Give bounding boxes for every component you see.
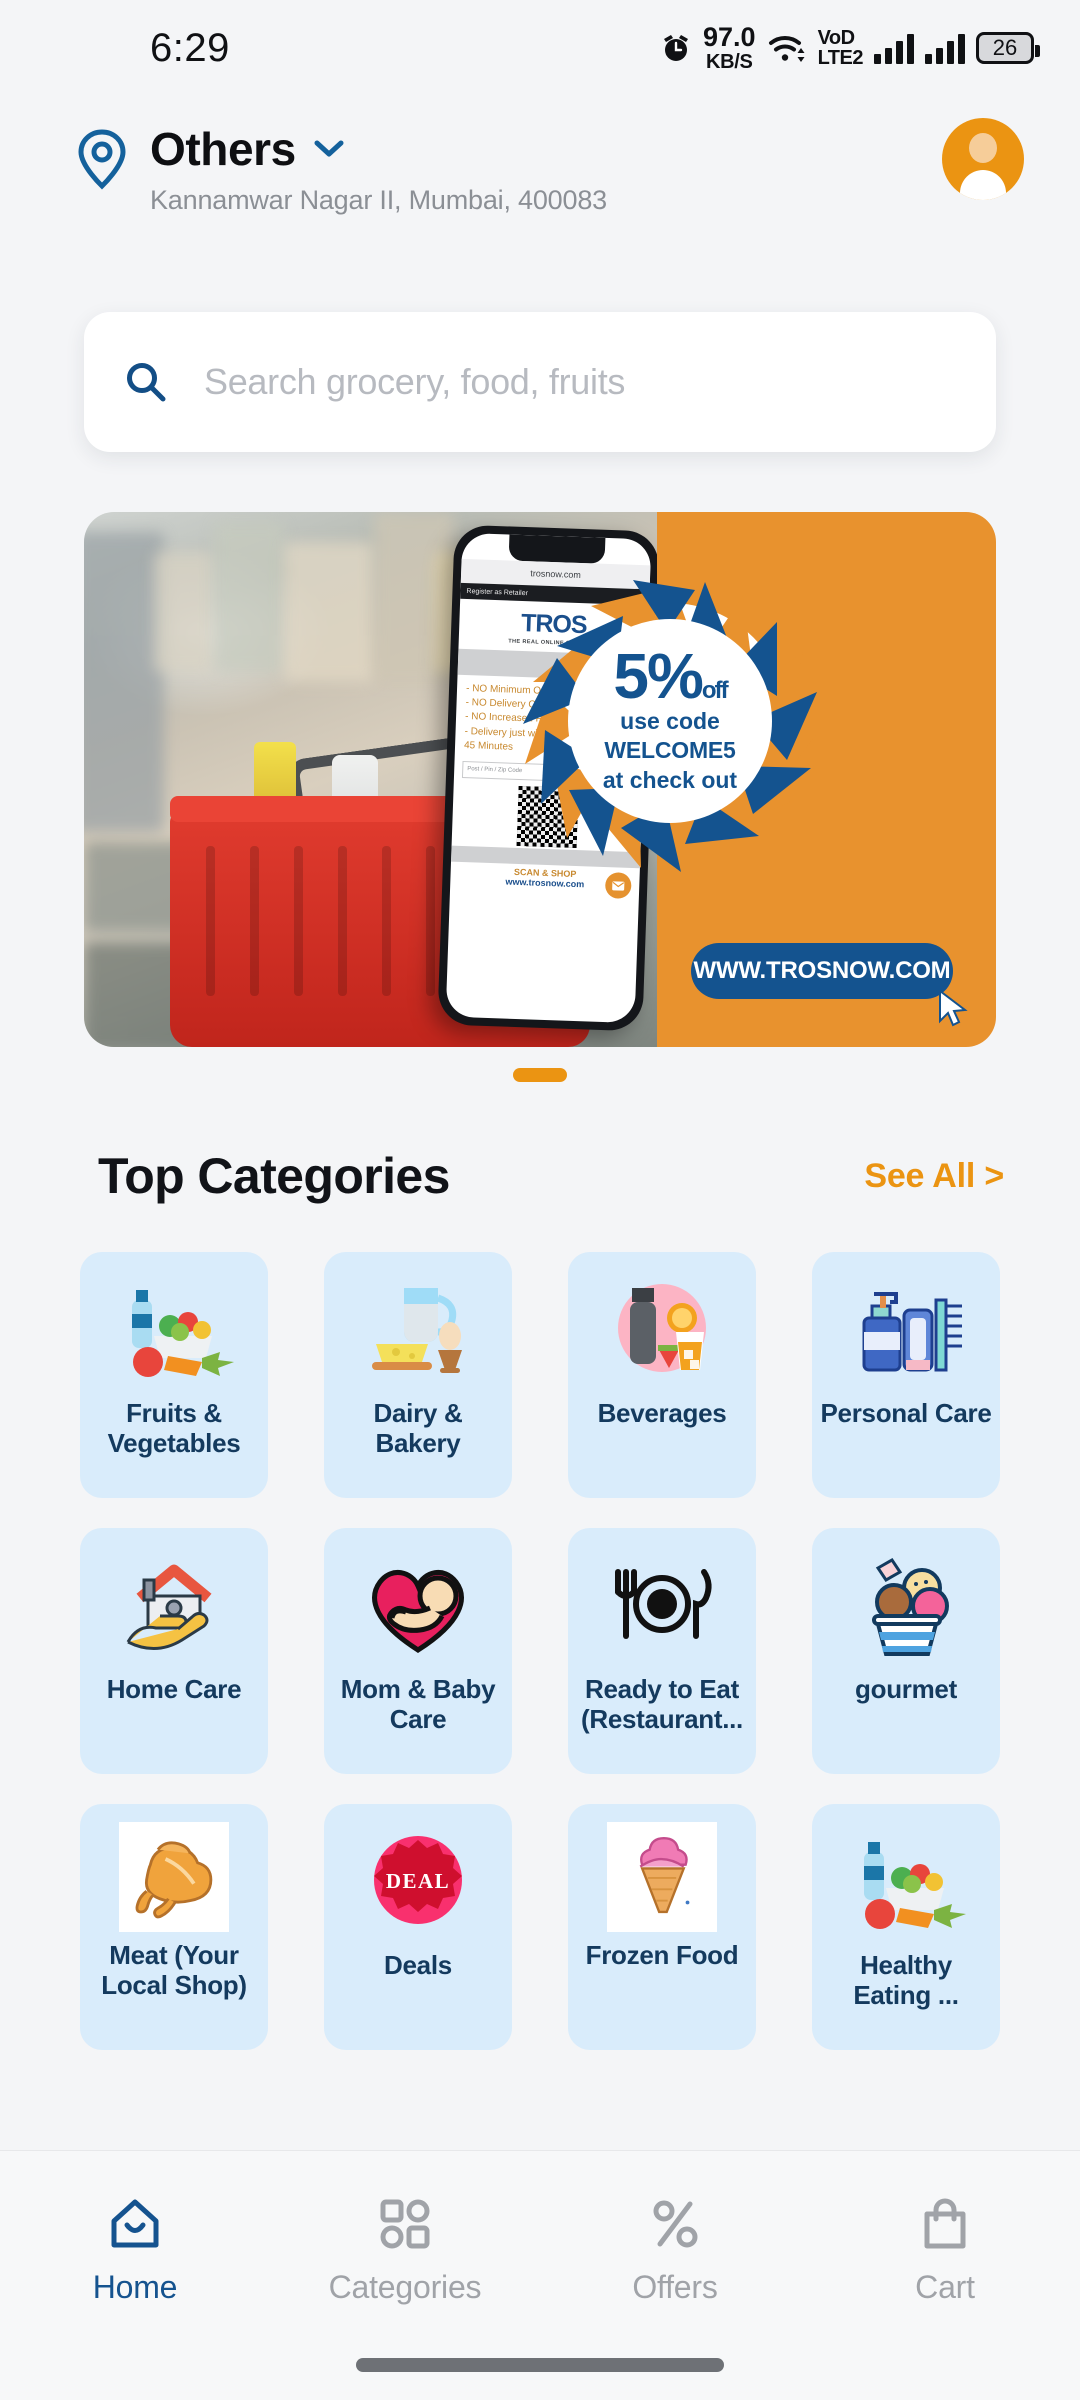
offer-promo-code: WELCOME5 bbox=[604, 737, 736, 764]
home-care-icon bbox=[114, 1546, 234, 1666]
status-clock: 6:29 bbox=[150, 25, 230, 70]
search-icon bbox=[127, 363, 166, 402]
category-card-beverages[interactable]: Beverages bbox=[568, 1252, 756, 1498]
shopping-bag-icon bbox=[924, 2198, 966, 2249]
cursor-arrow-icon bbox=[939, 989, 968, 1027]
website-url-button[interactable]: WWW.TROSNOW.COM bbox=[691, 943, 953, 999]
page-title: Top Categories bbox=[98, 1148, 450, 1204]
location-selector[interactable]: Others Kannamwar Nagar II, Mumbai, 40008… bbox=[76, 122, 607, 216]
nav-label: Offers bbox=[632, 2269, 718, 2305]
category-card-deals[interactable]: DEAL Deals bbox=[324, 1804, 512, 2050]
frozen-food-icon bbox=[607, 1822, 717, 1932]
category-label: gourmet bbox=[855, 1674, 957, 1704]
nav-label: Categories bbox=[328, 2269, 482, 2305]
signal-bars-icon-1 bbox=[874, 32, 914, 64]
app-screen: 6:29 97.0 KB/S VoD LTE2 26 Others Kannam… bbox=[0, 0, 1080, 2400]
see-all-link[interactable]: See All > bbox=[864, 1157, 1004, 1196]
user-avatar-icon[interactable] bbox=[942, 118, 1024, 200]
avatar-body bbox=[960, 170, 1006, 200]
avatar-head bbox=[969, 133, 997, 163]
location-title: Others bbox=[150, 123, 296, 175]
category-card-healthy-eating[interactable]: Healthy Eating ... bbox=[812, 1804, 1000, 2050]
net-speed-unit: KB/S bbox=[706, 50, 753, 73]
location-text: Others Kannamwar Nagar II, Mumbai, 40008… bbox=[150, 122, 607, 216]
offer-line-1: use code bbox=[620, 707, 720, 734]
net-speed-value: 97.0 bbox=[703, 22, 756, 53]
category-card-home-care[interactable]: Home Care bbox=[80, 1528, 268, 1774]
category-label: Home Care bbox=[106, 1674, 242, 1704]
banner-offer-panel: 5%off use code WELCOME5 at check out WWW… bbox=[523, 512, 996, 1047]
search-bar[interactable]: Search grocery, food, fruits bbox=[84, 312, 996, 452]
category-card-ready-to-eat[interactable]: Ready to Eat (Restaurant... bbox=[568, 1528, 756, 1774]
home-icon bbox=[111, 2199, 159, 2248]
home-indicator bbox=[356, 2358, 724, 2372]
wifi-icon bbox=[768, 35, 805, 62]
percent-offers-icon bbox=[653, 2200, 698, 2248]
gourmet-icecream-icon bbox=[846, 1546, 966, 1666]
category-label: Ready to Eat (Restaurant... bbox=[581, 1674, 743, 1735]
category-label: Mom & Baby Care bbox=[340, 1674, 496, 1735]
mom-baby-care-icon bbox=[358, 1546, 478, 1666]
nav-label: Home bbox=[92, 2269, 178, 2305]
deals-badge-icon: DEAL bbox=[358, 1822, 478, 1942]
category-label: Deals bbox=[384, 1950, 452, 1980]
status-icons: 97.0 KB/S VoD LTE2 26 bbox=[660, 22, 1040, 73]
category-card-fruits-vegetables[interactable]: Fruits & Vegetables bbox=[80, 1252, 268, 1498]
volte-icon: VoD LTE2 bbox=[817, 26, 864, 69]
fruits-vegetables-icon bbox=[114, 1270, 234, 1390]
status-bar: 6:29 97.0 KB/S VoD LTE2 26 bbox=[0, 0, 1080, 96]
app-header: Others Kannamwar Nagar II, Mumbai, 40008… bbox=[0, 96, 1080, 326]
website-url-label: WWW.TROSNOW.COM bbox=[693, 957, 951, 984]
search-input[interactable]: Search grocery, food, fruits bbox=[204, 361, 625, 403]
chevron-down-icon[interactable] bbox=[314, 140, 344, 158]
category-label: Beverages bbox=[597, 1398, 727, 1428]
location-pin-icon bbox=[78, 129, 126, 190]
category-label: Frozen Food bbox=[585, 1940, 739, 1970]
personal-care-icon bbox=[846, 1270, 966, 1390]
healthy-eating-icon bbox=[846, 1822, 966, 1942]
category-label: Fruits & Vegetables bbox=[107, 1398, 241, 1459]
category-grid: Fruits & Vegetables Dairy & Bakery Bever… bbox=[80, 1252, 1000, 2050]
svg-text:DEAL: DEAL bbox=[386, 1869, 450, 1893]
alarm-clock-icon bbox=[664, 34, 689, 61]
category-card-personal-care[interactable]: Personal Care bbox=[812, 1252, 1000, 1498]
nav-item-offers[interactable]: Offers bbox=[540, 2195, 810, 2306]
category-card-mom-baby-care[interactable]: Mom & Baby Care bbox=[324, 1528, 512, 1774]
battery-icon: 26 bbox=[976, 31, 1040, 64]
location-address: Kannamwar Nagar II, Mumbai, 400083 bbox=[150, 185, 607, 215]
meat-chicken-icon bbox=[119, 1822, 229, 1932]
battery-level: 26 bbox=[992, 34, 1018, 60]
carousel-indicator[interactable] bbox=[0, 1068, 1080, 1082]
nav-item-cart[interactable]: Cart bbox=[810, 2195, 1080, 2306]
categories-grid-icon bbox=[380, 2199, 430, 2249]
category-card-meat[interactable]: Meat (Your Local Shop) bbox=[80, 1804, 268, 2050]
dairy-bakery-icon bbox=[358, 1270, 478, 1390]
offer-line-3: at check out bbox=[602, 767, 738, 794]
top-categories-header: Top Categories See All > bbox=[0, 1130, 1080, 1222]
category-label: Meat (Your Local Shop) bbox=[101, 1940, 247, 2001]
category-label: Personal Care bbox=[820, 1398, 992, 1428]
category-label: Healthy Eating ... bbox=[853, 1950, 959, 2011]
promo-banner[interactable]: trosnow.com Register as Retailer TROS TH… bbox=[84, 512, 996, 1047]
offer-percent: 5%off bbox=[613, 639, 728, 712]
category-label: Dairy & Bakery bbox=[373, 1398, 463, 1459]
offer-text-group: 5%off use code WELCOME5 at check out bbox=[505, 556, 835, 886]
nav-label: Cart bbox=[915, 2269, 975, 2305]
nav-item-home[interactable]: Home bbox=[0, 2195, 270, 2306]
carousel-dot-active[interactable] bbox=[513, 1068, 567, 1082]
beverages-icon bbox=[602, 1270, 722, 1390]
network-speed: 97.0 KB/S bbox=[703, 22, 756, 73]
category-card-frozen-food[interactable]: Frozen Food bbox=[568, 1804, 756, 2050]
category-card-dairy-bakery[interactable]: Dairy & Bakery bbox=[324, 1252, 512, 1498]
category-card-gourmet[interactable]: gourmet bbox=[812, 1528, 1000, 1774]
ready-to-eat-icon bbox=[602, 1546, 722, 1666]
signal-bars-icon-2 bbox=[925, 32, 965, 64]
nav-item-categories[interactable]: Categories bbox=[270, 2195, 540, 2306]
